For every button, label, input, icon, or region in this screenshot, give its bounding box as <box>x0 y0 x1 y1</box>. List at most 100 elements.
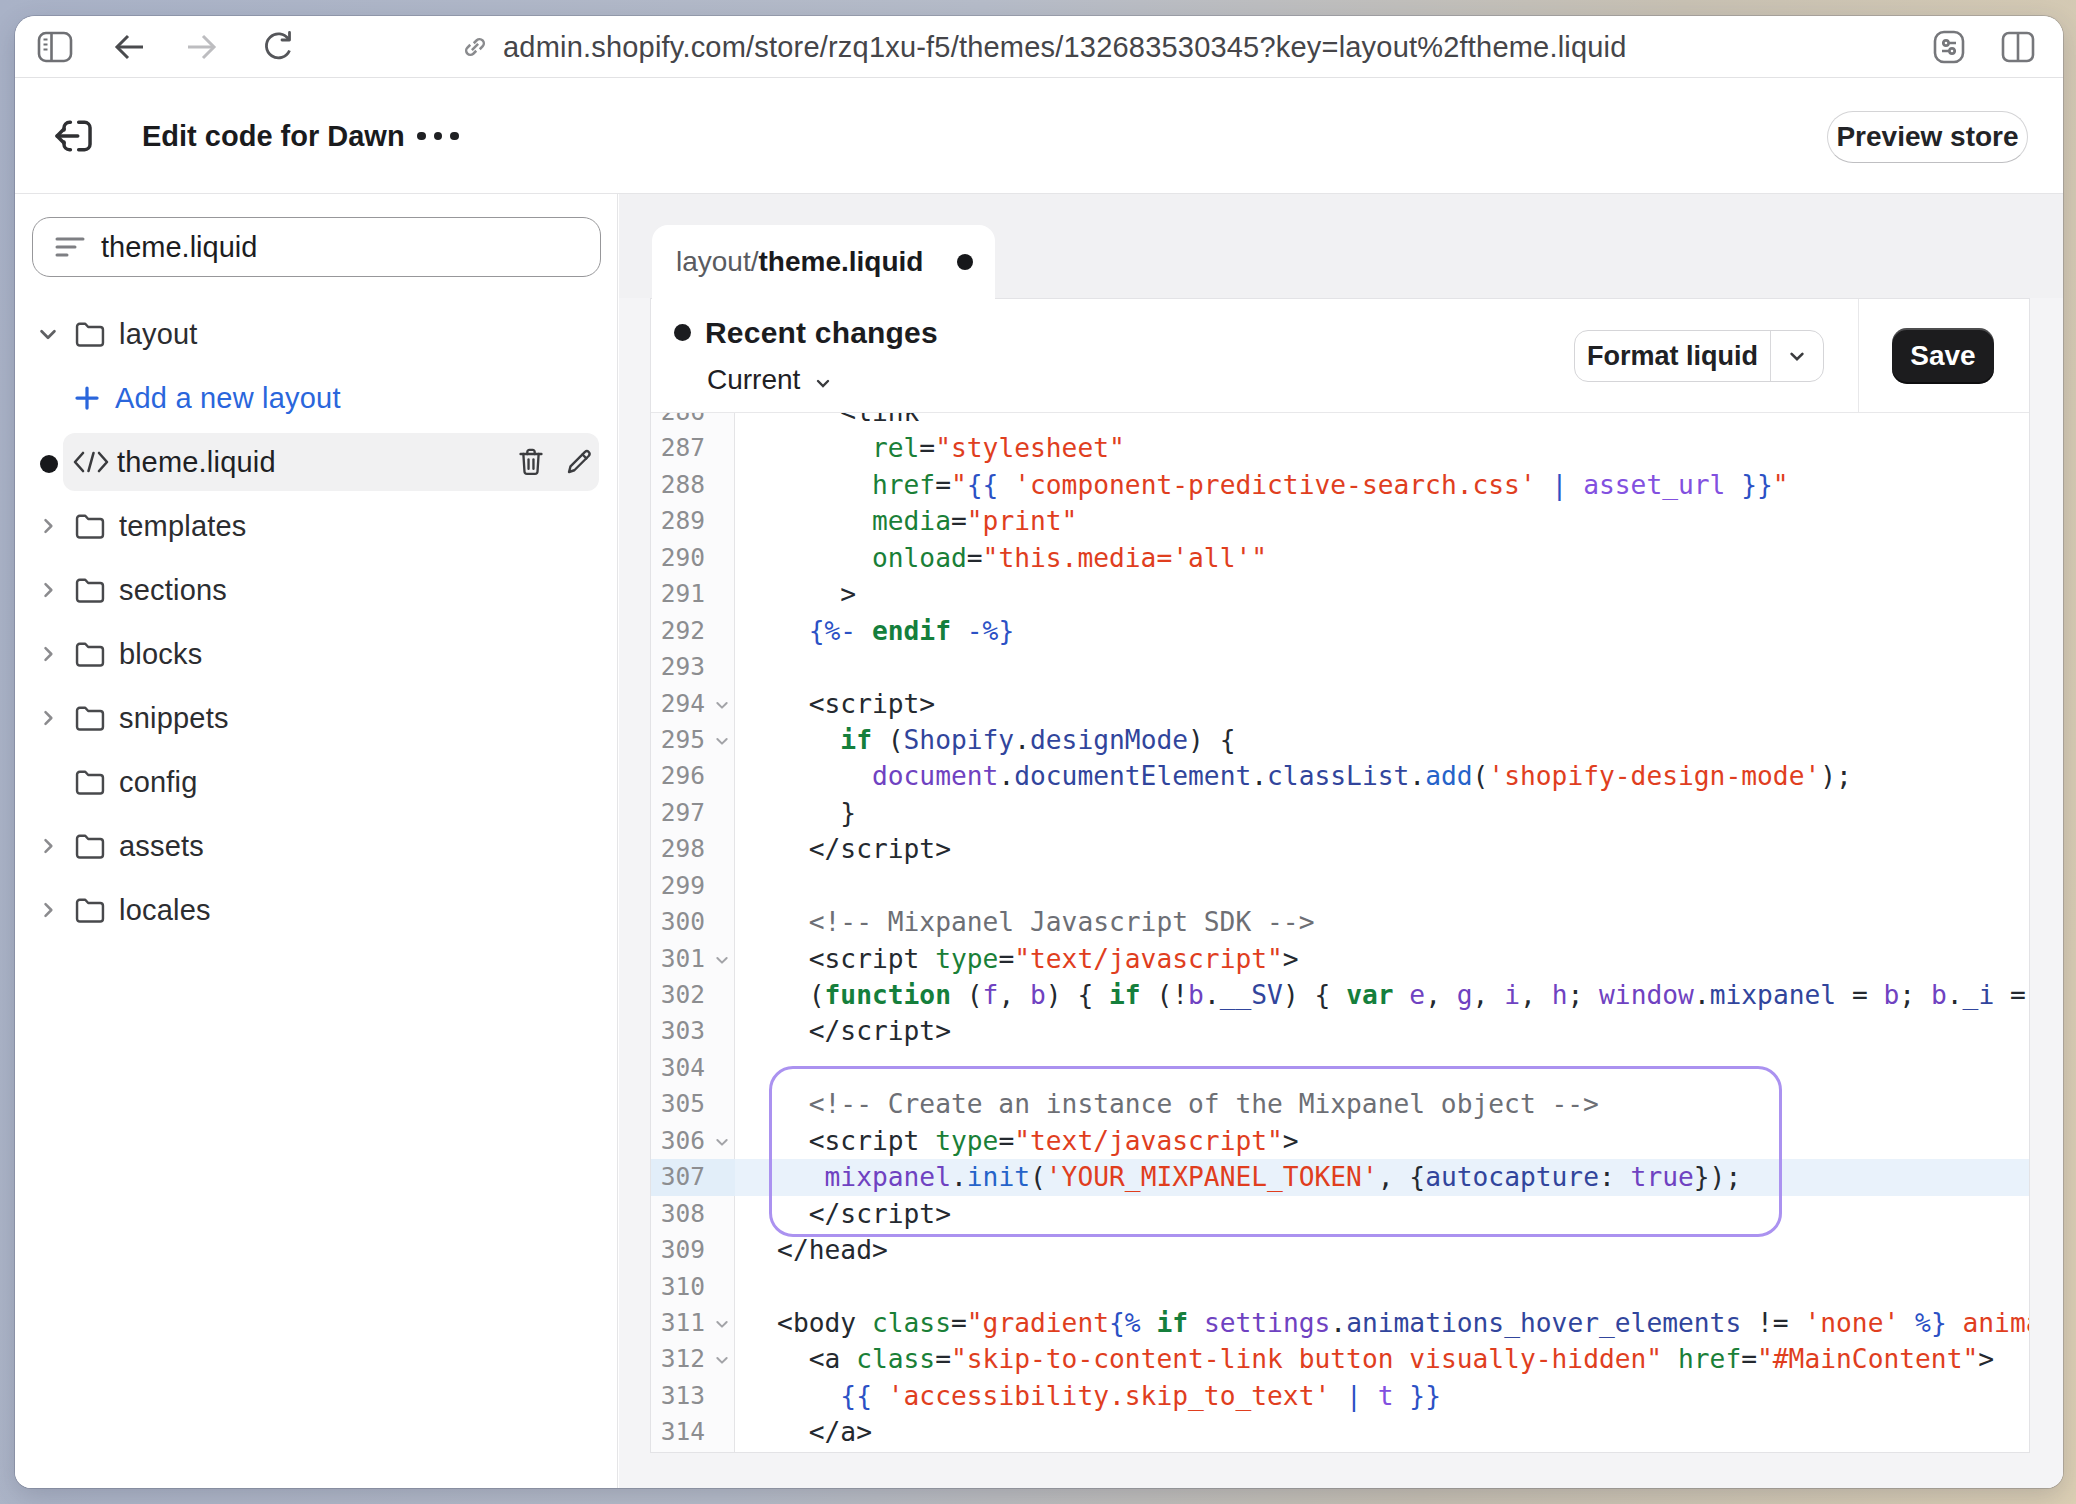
sidebar-item-blocks[interactable]: blocks <box>15 622 617 686</box>
line-number[interactable]: 304 <box>651 1050 733 1086</box>
sidebar-item-snippets[interactable]: snippets <box>15 686 617 750</box>
line-number[interactable]: 292 <box>651 613 733 649</box>
line-number[interactable]: 297 <box>651 795 733 831</box>
line-number[interactable]: 301 <box>651 941 733 977</box>
code-line[interactable]: <script> <box>736 686 2029 722</box>
line-number[interactable]: 313 <box>651 1378 733 1414</box>
code-line[interactable]: <a class="skip-to-content-link button vi… <box>736 1341 2029 1377</box>
line-number[interactable]: 294 <box>651 686 733 722</box>
code-line[interactable]: {%- endif -%} <box>736 613 2029 649</box>
code-line[interactable]: <body class="gradient{% if settings.anim… <box>736 1305 2029 1341</box>
editor-card: Recent changes Current Format liquid Sav… <box>650 298 2030 1453</box>
file-search-input[interactable]: theme.liquid <box>32 217 601 277</box>
code-line[interactable]: </a> <box>736 1414 2029 1450</box>
sidebar-item-templates[interactable]: templates <box>15 494 617 558</box>
chevron-right-icon[interactable] <box>37 558 59 622</box>
code-line[interactable]: mixpanel.init('YOUR_MIXPANEL_TOKEN', {au… <box>736 1159 2029 1195</box>
chevron-down-icon[interactable] <box>811 371 835 399</box>
code-line[interactable]: onload="this.media='all'" <box>736 540 2029 576</box>
line-number[interactable]: 300 <box>651 904 733 940</box>
line-number[interactable]: 307 <box>651 1159 733 1195</box>
code-line[interactable]: href="{{ 'component-predictive-search.cs… <box>736 467 2029 503</box>
code-line[interactable]: </head> <box>736 1232 2029 1268</box>
chevron-right-icon[interactable] <box>37 814 59 878</box>
code-line[interactable] <box>736 1269 2029 1305</box>
code-line[interactable]: </script> <box>736 1013 2029 1049</box>
rename-file-icon[interactable] <box>559 430 599 494</box>
line-number[interactable]: 290 <box>651 540 733 576</box>
chevron-right-icon[interactable] <box>37 494 59 558</box>
code-line[interactable]: > <box>736 576 2029 612</box>
chevron-down-icon[interactable] <box>37 302 59 366</box>
line-number[interactable]: 287 <box>651 430 733 466</box>
code-line[interactable]: </script> <box>736 1196 2029 1232</box>
delete-file-icon[interactable] <box>511 430 551 494</box>
line-number[interactable]: 302 <box>651 977 733 1013</box>
sidebar-item-sections[interactable]: sections <box>15 558 617 622</box>
more-menu-icon[interactable] <box>417 78 459 194</box>
forward-arrow-icon[interactable] <box>183 16 219 78</box>
exit-icon[interactable] <box>53 114 97 158</box>
line-number[interactable]: 311 <box>651 1305 733 1341</box>
sidebar-item-add-a-new-layout[interactable]: Add a new layout <box>15 366 617 430</box>
code-lines[interactable]: <link rel="stylesheet" href="{{ 'compone… <box>736 413 2029 1451</box>
line-number[interactable]: 305 <box>651 1086 733 1122</box>
line-number[interactable]: 308 <box>651 1196 733 1232</box>
line-number[interactable]: 314 <box>651 1414 733 1450</box>
format-liquid-button[interactable]: Format liquid <box>1574 330 1824 382</box>
sidebar-item-assets[interactable]: assets <box>15 814 617 878</box>
page-settings-icon[interactable] <box>1927 16 1971 78</box>
line-number[interactable]: 291 <box>651 576 733 612</box>
code-line[interactable]: if (Shopify.designMode) { <box>736 722 2029 758</box>
sidebar-item-config[interactable]: config <box>15 750 617 814</box>
line-number[interactable]: 306 <box>651 1123 733 1159</box>
tab-theme-liquid[interactable]: layout/theme.liquid <box>652 225 995 299</box>
back-arrow-icon[interactable] <box>112 16 148 78</box>
save-button[interactable]: Save <box>1892 328 1994 384</box>
code-line[interactable]: (function (f, b) { if (!b.__SV) { var e,… <box>736 977 2029 1013</box>
chevron-right-icon[interactable] <box>37 622 59 686</box>
sidebar-item-label: snippets <box>119 686 229 750</box>
code-line[interactable] <box>736 868 2029 904</box>
sidebar-item-locales[interactable]: locales <box>15 878 617 942</box>
line-number[interactable]: 298 <box>651 831 733 867</box>
line-number[interactable]: 299 <box>651 868 733 904</box>
code-editor[interactable]: 2862872882892902912922932942952962972982… <box>651 413 2029 1452</box>
code-line[interactable]: <script type="text/javascript"> <box>736 1123 2029 1159</box>
line-number[interactable]: 312 <box>651 1341 733 1377</box>
sidebar-item-layout[interactable]: layout <box>15 302 617 366</box>
code-line[interactable] <box>736 649 2029 685</box>
line-number[interactable]: 303 <box>651 1013 733 1049</box>
code-line[interactable]: <!-- Mixpanel Javascript SDK --> <box>736 904 2029 940</box>
chevron-right-icon[interactable] <box>37 686 59 750</box>
line-number[interactable]: 288 <box>651 467 733 503</box>
chevron-right-icon[interactable] <box>37 878 59 942</box>
split-view-icon[interactable] <box>1996 16 2040 78</box>
toolbar-separator <box>1858 299 1859 412</box>
code-line[interactable]: </script> <box>736 831 2029 867</box>
code-line[interactable]: <script type="text/javascript"> <box>736 941 2029 977</box>
version-select-label[interactable]: Current <box>707 364 800 396</box>
line-number[interactable]: 295 <box>651 722 733 758</box>
code-line[interactable]: media="print" <box>736 503 2029 539</box>
browser-sidebar-icon[interactable] <box>37 16 73 78</box>
line-number[interactable]: 310 <box>651 1269 733 1305</box>
code-line[interactable]: {{ 'accessibility.skip_to_text' | t }} <box>736 1378 2029 1414</box>
code-line[interactable]: document.documentElement.classList.add('… <box>736 758 2029 794</box>
code-line[interactable]: <!-- Create an instance of the Mixpanel … <box>736 1086 2029 1122</box>
code-line[interactable] <box>736 1050 2029 1086</box>
format-dropdown-icon[interactable] <box>1771 343 1823 369</box>
preview-store-button[interactable]: Preview store <box>1827 111 2028 163</box>
line-number[interactable]: 289 <box>651 503 733 539</box>
line-number[interactable]: 309 <box>651 1232 733 1268</box>
code-line[interactable]: <link <box>736 413 2029 430</box>
line-number[interactable]: 293 <box>651 649 733 685</box>
code-line[interactable]: rel="stylesheet" <box>736 430 2029 466</box>
line-number[interactable]: 296 <box>651 758 733 794</box>
code-line[interactable]: } <box>736 795 2029 831</box>
folder-icon <box>73 494 107 558</box>
reload-icon[interactable] <box>260 16 296 78</box>
sidebar-item-theme-liquid[interactable]: theme.liquid <box>15 430 617 494</box>
address-bar[interactable]: admin.shopify.com/store/rzq1xu-f5/themes… <box>460 16 1627 78</box>
line-number[interactable]: 286 <box>651 413 733 430</box>
